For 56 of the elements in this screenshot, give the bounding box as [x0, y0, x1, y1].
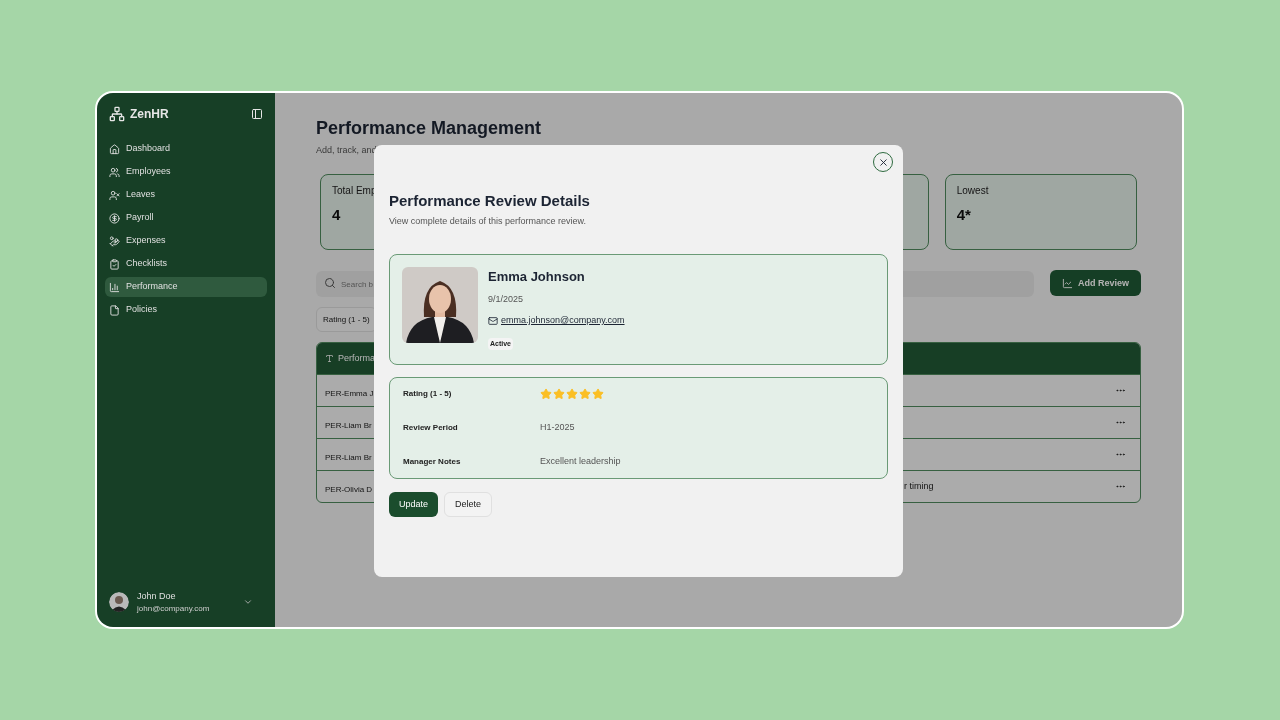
logo-icon	[109, 106, 125, 122]
modal-subtitle: View complete details of this performance review.	[389, 214, 587, 228]
stat-value: 4*	[956, 204, 971, 225]
modal-title: Performance Review Details	[389, 191, 591, 211]
text-type-icon	[325, 354, 334, 363]
update-button[interactable]: Update	[389, 492, 439, 517]
brand-name: ZenHR	[130, 106, 169, 123]
add-review-button[interactable]: Add Review	[1050, 270, 1141, 297]
clipboard-icon	[109, 258, 120, 270]
nav-item[interactable]: Employees	[105, 162, 267, 182]
nav-item[interactable]: Payroll	[105, 208, 267, 228]
nav-item[interactable]: Leaves	[105, 185, 267, 205]
avatar	[109, 592, 129, 613]
line-chart-icon	[1062, 277, 1073, 289]
filter-button[interactable]: Rating (1 - 5)	[316, 307, 377, 332]
star-icon	[553, 388, 565, 400]
star-icon	[540, 388, 552, 400]
table-cell-text: r timing	[904, 479, 934, 493]
email-link[interactable]: emma.johnson@company.com	[501, 314, 625, 328]
users-icon	[109, 166, 120, 178]
nav-item[interactable]: Dashboard	[105, 139, 267, 159]
table-cell: PER-Emma J	[325, 388, 374, 398]
nav-item[interactable]: Checklists	[105, 254, 267, 274]
nav-item[interactable]: Expenses	[105, 231, 267, 251]
collapse-sidebar-icon[interactable]	[251, 108, 263, 120]
search-icon	[324, 276, 336, 289]
detail-value: Excellent leadership	[540, 455, 621, 469]
user-x-icon	[109, 189, 120, 201]
page-title: Performance Management	[316, 117, 543, 140]
table-cell: PER-Liam Br	[325, 420, 372, 430]
stat-label: Lowest	[956, 183, 989, 198]
detail-label: Manager Notes	[403, 456, 462, 468]
hand-coins-icon	[109, 235, 120, 247]
table-cell: PER-Olivia D	[325, 484, 373, 494]
user-email: john@company.com	[137, 603, 211, 615]
detail-label: Rating (1 - 5)	[403, 388, 453, 400]
house-icon	[109, 143, 120, 155]
bar-chart-icon	[109, 281, 120, 293]
detail-label: Review Period	[403, 422, 459, 434]
employee-name: Emma Johnson	[488, 268, 585, 286]
star-icon	[592, 388, 604, 400]
dollar-icon	[109, 212, 120, 224]
close-icon	[877, 156, 889, 168]
column-header: Performa	[338, 351, 375, 365]
table-cell: PER-Liam Br	[325, 452, 372, 462]
stat-value: 4	[332, 204, 341, 225]
star-icon	[579, 388, 591, 400]
star-icon	[566, 388, 578, 400]
user-name: John Doe	[137, 589, 177, 603]
review-date: 9/1/2025	[488, 292, 524, 306]
mail-icon	[488, 315, 498, 326]
detail-value: H1-2025	[540, 421, 575, 435]
nav-item[interactable]: Policies	[105, 300, 267, 320]
delete-button[interactable]: Delete	[444, 492, 493, 517]
file-icon	[109, 304, 120, 316]
nav-item[interactable]: Performance	[105, 277, 267, 297]
